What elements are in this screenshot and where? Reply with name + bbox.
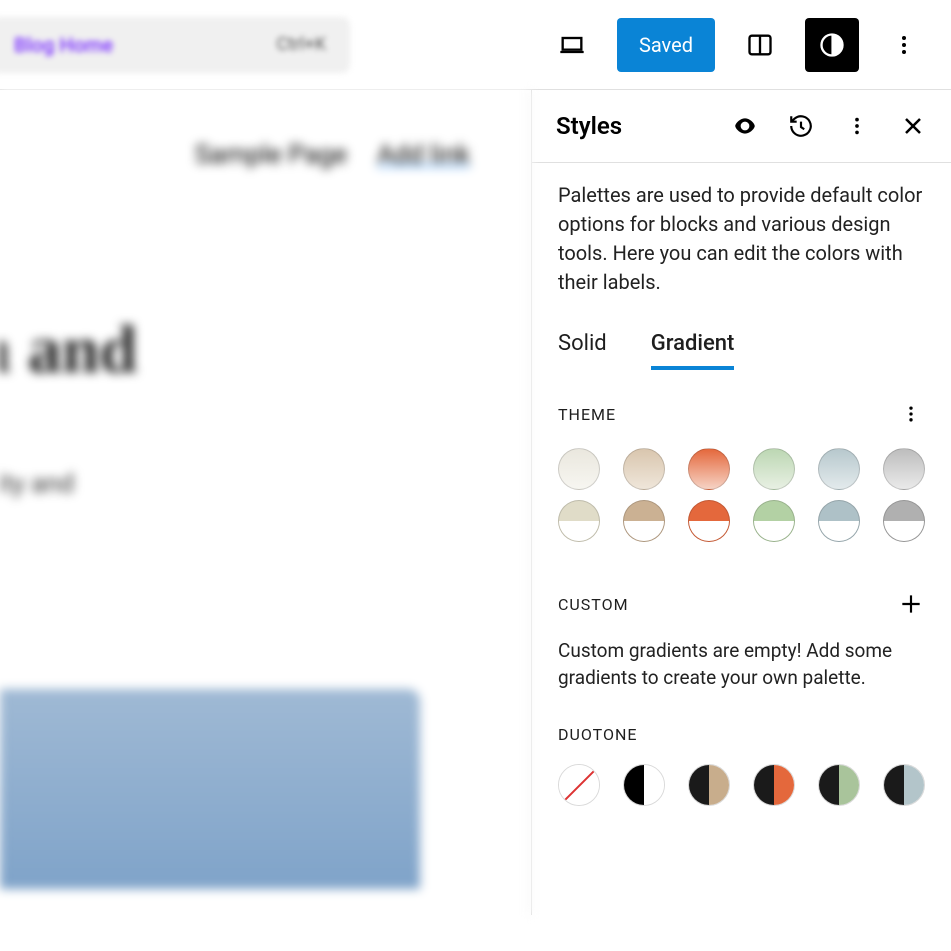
- add-custom-gradient-button[interactable]: [897, 590, 925, 618]
- search-label: Blog Home: [14, 33, 113, 57]
- theme-gradient-swatch[interactable]: [623, 448, 665, 490]
- duotone-swatch[interactable]: [753, 764, 795, 806]
- palette-tabs: Solid Gradient: [558, 331, 925, 370]
- nav-link-add[interactable]: Add link: [377, 140, 470, 170]
- sidebar-toggle-button[interactable]: [733, 18, 787, 72]
- theme-gradient-swatch[interactable]: [688, 500, 730, 542]
- eye-icon: [732, 113, 758, 139]
- revisions-button[interactable]: [787, 112, 815, 140]
- theme-gradient-row-2: [558, 500, 925, 542]
- custom-section-header: CUSTOM: [558, 590, 925, 618]
- theme-gradient-swatch[interactable]: [883, 448, 925, 490]
- panel-icon: [746, 31, 774, 59]
- laptop-icon: [558, 31, 586, 59]
- duotone-swatch[interactable]: [558, 764, 600, 806]
- theme-gradient-row-1: [558, 448, 925, 490]
- dots-vertical-icon: [846, 115, 868, 137]
- close-panel-button[interactable]: [899, 112, 927, 140]
- panel-header: Styles: [532, 90, 951, 163]
- stylebook-button[interactable]: [731, 112, 759, 140]
- contrast-icon: [818, 31, 846, 59]
- theme-gradient-swatch[interactable]: [753, 448, 795, 490]
- duotone-swatch[interactable]: [883, 764, 925, 806]
- history-icon: [788, 113, 814, 139]
- topbar-right: Saved: [545, 18, 931, 72]
- duotone-swatch[interactable]: [688, 764, 730, 806]
- nav-link-sample[interactable]: Sample Page: [195, 140, 347, 170]
- tab-gradient[interactable]: Gradient: [651, 331, 735, 370]
- dots-vertical-icon: [892, 33, 916, 57]
- dots-vertical-icon: [901, 404, 921, 424]
- custom-empty-text: Custom gradients are empty! Add some gra…: [558, 638, 925, 691]
- panel-more-button[interactable]: [843, 112, 871, 140]
- duotone-swatch[interactable]: [623, 764, 665, 806]
- theme-gradient-swatch[interactable]: [818, 448, 860, 490]
- top-toolbar: Blog Home Ctrl+K Saved: [0, 0, 951, 90]
- duotone-section-label: DUOTONE: [558, 725, 638, 744]
- plus-icon: [898, 591, 924, 617]
- duotone-swatch-row: [558, 764, 925, 806]
- saved-label: Saved: [639, 33, 693, 57]
- theme-gradient-swatch[interactable]: [883, 500, 925, 542]
- canvas-nav: Sample Page Add link: [0, 90, 530, 170]
- theme-gradient-swatch[interactable]: [818, 500, 860, 542]
- tab-solid[interactable]: Solid: [558, 331, 607, 370]
- save-status-button[interactable]: Saved: [617, 18, 715, 72]
- close-icon: [901, 114, 925, 138]
- theme-gradient-swatch[interactable]: [558, 448, 600, 490]
- palette-description: Palettes are used to provide default col…: [558, 181, 925, 297]
- styles-sidebar: Styles Palettes are used to provide defa…: [531, 90, 951, 915]
- search-shortcut: Ctrl+K: [276, 34, 326, 55]
- panel-title: Styles: [556, 112, 622, 140]
- canvas-heading[interactable]: ion and: [0, 310, 530, 389]
- topbar-left: Blog Home Ctrl+K: [0, 17, 350, 73]
- theme-gradient-swatch[interactable]: [558, 500, 600, 542]
- theme-section-header: THEME: [558, 400, 925, 428]
- editor-canvas[interactable]: Sample Page Add link ion and creativity …: [0, 90, 531, 915]
- theme-gradient-swatch[interactable]: [753, 500, 795, 542]
- panel-header-actions: [731, 112, 927, 140]
- canvas-paragraph[interactable]: creativity and lence.: [0, 469, 530, 529]
- theme-gradient-swatch[interactable]: [623, 500, 665, 542]
- theme-options-button[interactable]: [897, 400, 925, 428]
- toolbar-more-button[interactable]: [877, 18, 931, 72]
- theme-section-label: THEME: [558, 405, 616, 424]
- command-search[interactable]: Blog Home Ctrl+K: [0, 17, 350, 73]
- canvas-image-block[interactable]: [0, 689, 420, 889]
- device-view-button[interactable]: [545, 18, 599, 72]
- duotone-swatch[interactable]: [818, 764, 860, 806]
- theme-gradient-swatch[interactable]: [688, 448, 730, 490]
- styles-toggle-button[interactable]: [805, 18, 859, 72]
- duotone-section-header: DUOTONE: [558, 725, 925, 744]
- custom-section-label: CUSTOM: [558, 595, 629, 614]
- main-area: Sample Page Add link ion and creativity …: [0, 90, 951, 915]
- panel-body: Palettes are used to provide default col…: [532, 163, 951, 846]
